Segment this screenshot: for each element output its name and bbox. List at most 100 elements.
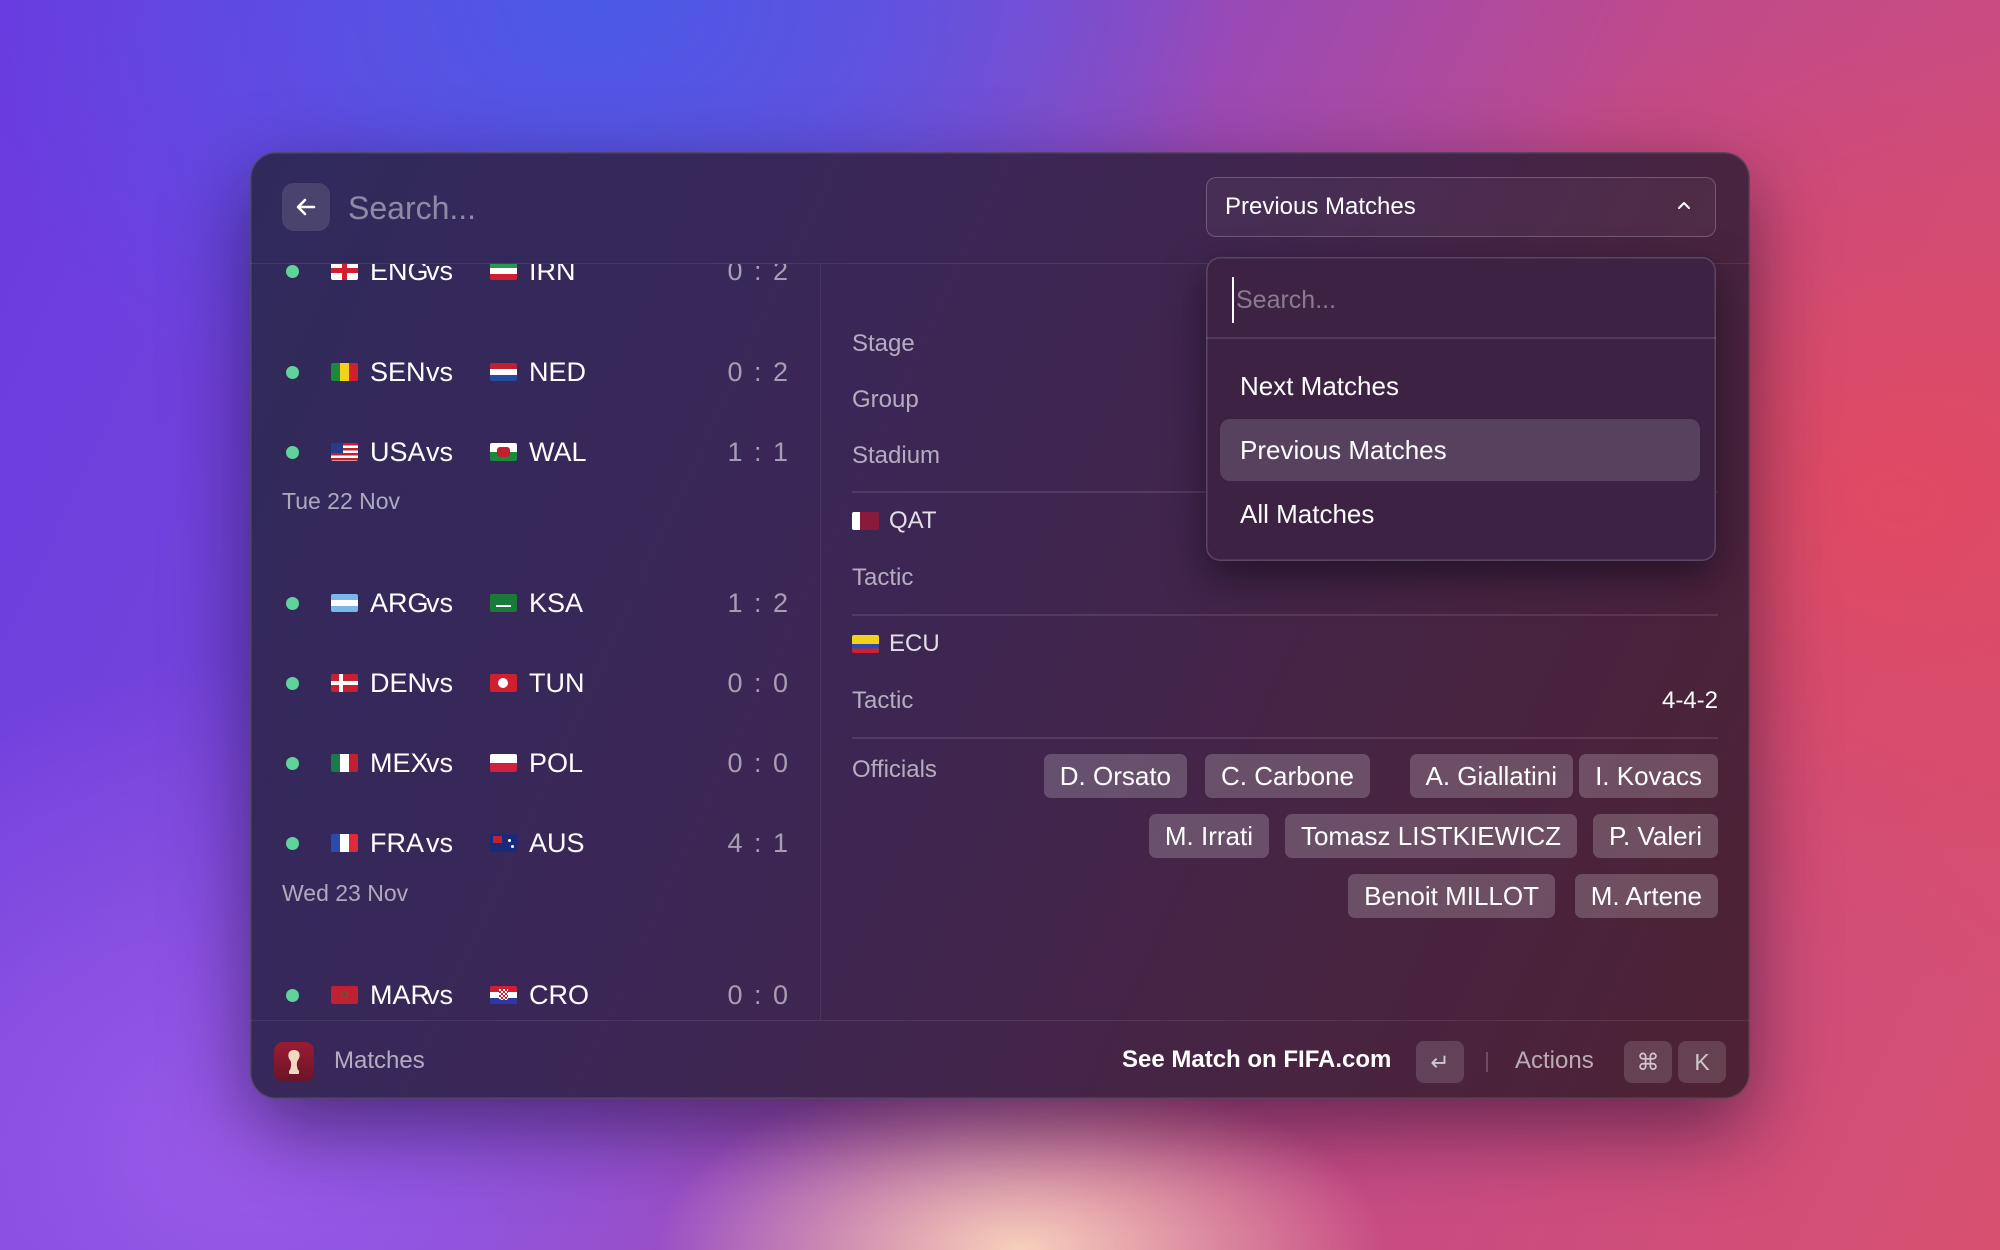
match-row[interactable]: FRA vs AUS 4 : 1 [280, 813, 790, 873]
match-score: 0 : 2 [727, 264, 790, 286]
away-team: KSA [529, 587, 584, 618]
vs-label: vs [426, 436, 453, 467]
away-team: POL [529, 747, 584, 778]
option-previous-matches[interactable]: Previous Matches [1220, 419, 1700, 481]
see-match-action[interactable]: See Match on FIFA.com [1122, 1046, 1391, 1074]
team-1-tactic-label: Tactic [852, 564, 914, 591]
match-score: 0 : 0 [727, 667, 790, 698]
away-team: AUS [529, 827, 585, 858]
flag-qat-icon [852, 512, 879, 530]
app-name: Matches [334, 1047, 425, 1074]
official-tag: M. Artene [1574, 874, 1718, 918]
vs-label: vs [426, 747, 453, 778]
official-tag: I. Kovacs [1579, 754, 1718, 798]
group-label: Group [852, 386, 919, 413]
chevron-up-icon [1678, 202, 1690, 209]
official-tag: C. Carbone [1205, 754, 1370, 798]
divider [852, 614, 1718, 616]
away-team: TUN [529, 667, 585, 698]
vs-label: vs [426, 264, 453, 286]
match-score: 1 : 2 [727, 587, 790, 618]
match-row[interactable]: USA vs WAL 1 : 1 [280, 422, 790, 482]
match-score: 1 : 1 [727, 436, 790, 467]
option-next-matches[interactable]: Next Matches [1220, 355, 1700, 417]
match-list: ENG vs IRN 0 : 2 SEN vs NED 0 : 2 USA vs… [250, 264, 821, 1020]
stadium-label: Stadium [852, 442, 941, 469]
match-row[interactable]: MEX vs POL 0 : 0 [280, 733, 790, 793]
trophy-icon [288, 1050, 300, 1074]
status-dot [286, 596, 299, 610]
match-row[interactable]: ENG vs IRN 0 : 2 [280, 264, 790, 301]
team-2-header: ECU [852, 630, 940, 658]
officials-label: Officials [852, 756, 937, 783]
filter-dropdown-menu: Next Matches Previous Matches All Matche… [1206, 257, 1716, 561]
flag-cro-icon [490, 986, 517, 1004]
dropdown-search-input[interactable] [1232, 277, 1688, 323]
official-tag: M. Irrati [1148, 814, 1269, 858]
filter-dropdown[interactable]: Previous Matches [1206, 177, 1716, 237]
flag-arg-icon [331, 594, 358, 612]
status-dot [286, 445, 299, 459]
day-header: Wed 23 Nov [282, 880, 409, 906]
flag-wal-icon [490, 443, 517, 461]
match-row[interactable]: SEN vs NED 0 : 2 [280, 342, 790, 402]
vs-label: vs [426, 587, 453, 618]
official-tag: A. Giallatini [1409, 754, 1573, 798]
divider [852, 737, 1718, 739]
team-2-name: ECU [889, 630, 940, 657]
flag-irn-icon [490, 264, 517, 280]
match-row[interactable]: MAR vs CRO 0 : 0 [280, 965, 790, 1020]
team-2-tactic-value: 4-4-2 [1661, 687, 1718, 714]
vs-label: vs [426, 356, 453, 387]
flag-eng-icon [331, 264, 358, 280]
official-tag: D. Orsato [1043, 754, 1187, 798]
stage-label: Stage [852, 330, 915, 357]
divider [1206, 337, 1716, 339]
match-score: 0 : 0 [727, 747, 790, 778]
world-cup-trophy-icon [274, 1042, 314, 1082]
flag-fra-icon [331, 834, 358, 852]
home-team: USA [370, 436, 426, 467]
home-team: FRA [370, 827, 424, 858]
flag-pol-icon [490, 754, 517, 772]
vs-label: vs [426, 667, 453, 698]
away-team: CRO [529, 979, 589, 1010]
vs-label: vs [426, 827, 453, 858]
match-row[interactable]: ARG vs KSA 1 : 2 [280, 573, 790, 633]
home-team: DEN [370, 667, 428, 698]
flag-usa-icon [331, 443, 358, 461]
status-dot [286, 756, 299, 770]
flag-ecu-icon [852, 635, 879, 653]
official-tag: Benoit MILLOT [1348, 874, 1555, 918]
home-team: MEX [370, 747, 429, 778]
flag-mar-icon [331, 986, 358, 1004]
official-tag: P. Valeri [1593, 814, 1718, 858]
match-score: 0 : 0 [727, 979, 790, 1010]
home-team: ENG [370, 264, 429, 286]
back-button[interactable] [282, 183, 330, 231]
status-dot [286, 836, 299, 850]
match-score: 0 : 2 [727, 356, 790, 387]
status-dot [286, 676, 299, 690]
match-row[interactable]: DEN vs TUN 0 : 0 [280, 653, 790, 713]
status-dot [286, 988, 299, 1002]
flag-ned-icon [490, 363, 517, 381]
flag-sen-icon [331, 363, 358, 381]
team-1-header: QAT [852, 507, 937, 535]
cmd-key-badge: ⌘ [1624, 1041, 1672, 1083]
enter-key-badge: ↵ [1416, 1041, 1464, 1083]
action-bar: Matches See Match on FIFA.com ↵ Actions … [250, 1020, 1750, 1099]
search-input[interactable] [346, 180, 950, 236]
team-2-tactic-label: Tactic [852, 687, 914, 714]
status-dot [286, 264, 299, 278]
flag-aus-icon [490, 834, 517, 852]
day-header: Tue 22 Nov [282, 488, 401, 514]
home-team: MAR [370, 979, 430, 1010]
flag-ksa-icon [490, 594, 517, 612]
separator [1486, 1052, 1488, 1072]
k-key-badge: K [1678, 1041, 1726, 1083]
actions-button[interactable]: Actions [1515, 1047, 1594, 1075]
away-team: IRN [529, 264, 576, 286]
option-all-matches[interactable]: All Matches [1220, 483, 1700, 545]
flag-tun-icon [490, 674, 517, 692]
